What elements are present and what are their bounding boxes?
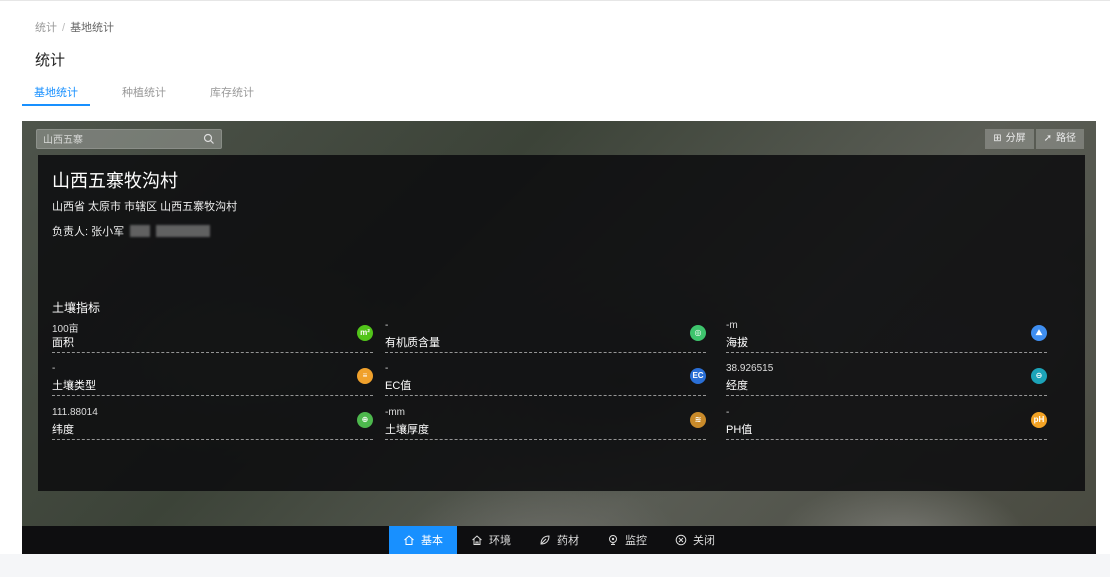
metric-label: 面积 [52,337,74,349]
nav-basic-label: 基本 [421,535,443,547]
thickness-icon: ≋ [690,412,706,428]
metric-longitude: 38.926515 经度 ⊖ [726,363,1047,396]
home-icon [404,535,414,545]
split-icon: ⊞ [993,133,1002,144]
metric-altitude: -m 海拔 ⛰ [726,320,1047,353]
area-icon: m² [357,325,373,341]
redacted-phone [156,225,211,237]
metric-value: - [726,407,730,418]
top-border [0,0,1110,1]
metric-organic-matter: - 有机质含量 ◎ [385,320,706,353]
page-title: 统计 [35,52,66,69]
organic-icon: ◎ [690,325,706,341]
metric-label: 土壤类型 [52,380,96,392]
map-search-input[interactable] [37,131,203,150]
metric-value: - [385,363,389,374]
metric-value: - [385,320,389,331]
metric-label: PH值 [726,424,753,436]
herb-icon [540,535,550,545]
nav-environment[interactable]: 环境 [457,526,525,554]
route-button[interactable]: ➚ 路径 [1035,129,1084,149]
environment-icon [472,535,482,545]
metric-label: 有机质含量 [385,337,440,349]
metric-ec: - EC值 EC [385,363,706,396]
route-icon: ➚ [1043,133,1052,144]
metric-label: EC值 [385,380,412,392]
base-info-panel: 山西五寨牧沟村 山西省 太原市 市辖区 山西五寨牧沟村 负责人: 张小军 土壤指… [38,155,1085,491]
nav-basic[interactable]: 基本 [389,526,457,554]
bottom-nav-bar: 基本 环境 药材 监控 关闭 [22,526,1096,554]
redacted-phone-part [130,225,151,237]
satellite-map[interactable]: ⊞ 分屏 ➚ 路径 山西五寨牧沟村 山西省 太原市 市辖区 山西五寨牧沟村 负责… [22,121,1096,554]
metric-label: 海拔 [726,337,748,349]
breadcrumb: 统计 / 基地统计 [35,19,114,35]
nav-monitor-label: 监控 [625,535,647,547]
latitude-icon: ⊕ [357,412,373,428]
metric-label: 经度 [726,380,748,392]
metric-soil-type: - 土壤类型 ≡ [52,363,373,396]
metric-value: 111.88014 [52,407,98,418]
nav-herbs-label: 药材 [557,535,579,547]
manager-label: 负责人: 张小军 [52,226,125,238]
soil-type-icon: ≡ [357,368,373,384]
breadcrumb-separator: / [62,22,66,34]
ph-icon: pH [1031,412,1047,428]
monitor-icon [609,535,617,545]
nav-environment-label: 环境 [489,535,511,547]
nav-close-label: 关闭 [693,535,715,547]
footer-strip [0,554,1110,577]
metric-value: 100亩 [52,324,79,335]
search-icon[interactable] [203,133,215,145]
metric-label: 纬度 [52,424,74,436]
breadcrumb-root[interactable]: 统计 [35,22,57,34]
longitude-icon: ⊖ [1031,368,1047,384]
stats-tabs: 基地统计 种植统计 库存统计 [22,84,298,106]
metric-ph: - PH值 pH [726,407,1047,440]
metric-value: - [52,363,56,374]
route-label: 路径 [1056,133,1076,144]
metric-value: 38.926515 [726,363,774,374]
nav-monitor[interactable]: 监控 [593,526,661,554]
metric-label: 土壤厚度 [385,424,429,436]
tab-inventory-stats[interactable]: 库存统计 [210,84,254,106]
nav-herbs[interactable]: 药材 [525,526,593,554]
metric-value: -m [726,320,738,331]
metric-area: 100亩 面积 m² [52,320,373,353]
tab-planting-stats[interactable]: 种植统计 [122,84,166,106]
map-controls: ⊞ 分屏 ➚ 路径 [985,129,1084,149]
close-circle-icon [675,534,687,546]
metric-value: -mm [385,407,405,418]
soil-indicators-title: 土壤指标 [52,301,101,315]
ec-icon: EC [690,368,706,384]
base-manager: 负责人: 张小军 [52,223,211,239]
altitude-icon: ⛰ [1031,325,1047,341]
tab-base-stats[interactable]: 基地统计 [22,84,90,106]
metric-latitude: 111.88014 纬度 ⊕ [52,407,373,440]
breadcrumb-current: 基地统计 [70,22,115,34]
nav-close[interactable]: 关闭 [661,526,729,554]
map-search-box [36,129,222,150]
split-label: 分屏 [1005,133,1026,144]
split-screen-button[interactable]: ⊞ 分屏 [985,129,1034,149]
base-address: 山西省 太原市 市辖区 山西五寨牧沟村 [52,201,238,213]
base-name: 山西五寨牧沟村 [52,171,178,191]
metric-soil-thickness: -mm 土壤厚度 ≋ [385,407,706,440]
